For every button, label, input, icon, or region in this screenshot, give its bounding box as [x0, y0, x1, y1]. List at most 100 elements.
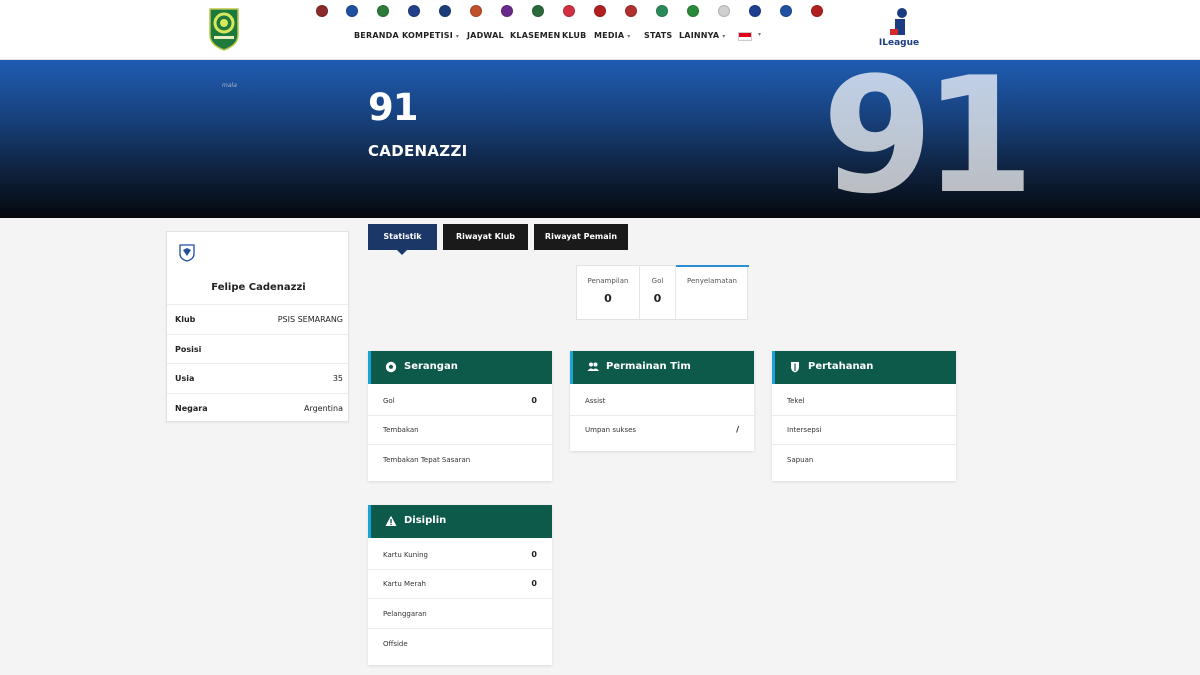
- tab-riwayat-pemain[interactable]: Riwayat Pemain: [534, 224, 628, 250]
- summary-label: Penyelamatan: [687, 277, 737, 285]
- nav-stats[interactable]: STATS: [644, 31, 672, 40]
- panel-header: Disiplin: [368, 505, 552, 538]
- stat-label: Kartu Merah: [383, 580, 426, 588]
- stat-label: Tembakan Tepat Sasaran: [383, 456, 471, 464]
- ileague-wordmark: ILeague: [878, 38, 920, 48]
- summary-value: 0: [604, 292, 612, 305]
- stat-label: Assist: [585, 397, 606, 405]
- profile-row-club: Klub PSIS SEMARANG: [167, 304, 350, 334]
- top-header: BERANDA KOMPETISI ▾ JADWAL KLASEMEN KLUB …: [0, 0, 1200, 60]
- profile-row-label: Klub: [175, 315, 196, 324]
- player-profile-card: Felipe Cadenazzi Klub PSIS SEMARANG Posi…: [166, 231, 350, 423]
- club-logo[interactable]: [316, 5, 328, 17]
- nav-lainnya[interactable]: LAINNYA ▾: [679, 31, 726, 40]
- stat-label: Sapuan: [787, 456, 814, 464]
- stat-label: Pelanggaran: [383, 610, 427, 618]
- stat-row: Offside: [368, 629, 552, 659]
- chevron-down-icon: ▾: [722, 33, 726, 40]
- language-flag-icon[interactable]: [738, 32, 752, 41]
- team-icon: [587, 362, 599, 371]
- nav-media[interactable]: MEDIA ▾: [594, 31, 630, 40]
- ileague-mark-icon: [890, 8, 907, 35]
- panel-header: Permainan Tim: [570, 351, 754, 384]
- active-tab-indicator: [397, 250, 407, 255]
- club-logo[interactable]: [594, 5, 606, 17]
- club-logo[interactable]: [408, 5, 420, 17]
- stat-label: Offside: [383, 640, 408, 648]
- profile-row-label: Negara: [175, 404, 208, 413]
- player-full-name: Felipe Cadenazzi: [211, 282, 306, 293]
- panel-disiplin: Disiplin Kartu Kuning 0 Kartu Merah 0 Pe…: [368, 505, 552, 665]
- stat-row: Sapuan: [772, 445, 956, 475]
- club-logo[interactable]: [563, 5, 575, 17]
- profile-row-position: Posisi: [167, 334, 350, 364]
- stat-row: Kartu Merah 0: [368, 569, 552, 599]
- summary-appearances: Penampilan 0: [577, 266, 640, 319]
- club-logo[interactable]: [346, 5, 358, 17]
- shirt-number-watermark: 91: [822, 60, 1035, 218]
- club-crest-icon: [179, 244, 195, 262]
- club-logo[interactable]: [656, 5, 668, 17]
- ball-icon: [385, 361, 397, 373]
- kit-sponsor-mark: mala: [222, 82, 237, 89]
- nav-kompetisi[interactable]: KOMPETISI ▾: [402, 31, 459, 40]
- profile-row-label: Posisi: [175, 345, 202, 354]
- panel-title: Pertahanan: [808, 361, 874, 372]
- stat-row: Pelanggaran: [368, 599, 552, 629]
- club-logo[interactable]: [780, 5, 792, 17]
- stat-row: Tembakan Tepat Sasaran: [368, 445, 552, 475]
- chevron-down-icon[interactable]: ▾: [758, 31, 761, 38]
- profile-row-value: Argentina: [303, 404, 343, 413]
- stat-label: Tekel: [787, 397, 805, 405]
- stat-row: Gol 0: [368, 386, 552, 416]
- summary-label: Gol: [651, 277, 664, 285]
- club-logo[interactable]: [625, 5, 637, 17]
- tab-statistik[interactable]: Statistik: [368, 224, 437, 250]
- stat-label: Intersepsi: [787, 426, 822, 434]
- ileague-logo[interactable]: ILeague: [878, 6, 920, 52]
- profile-row-value: 35: [332, 374, 343, 383]
- stat-label: Gol: [383, 397, 395, 405]
- stat-value: 0: [531, 396, 537, 405]
- club-logo[interactable]: [687, 5, 699, 17]
- player-hero-banner: mala 91 CADENAZZI 91: [0, 60, 1200, 218]
- club-logo[interactable]: [718, 5, 730, 17]
- stat-value: 0: [531, 579, 537, 588]
- panel-serangan: Serangan Gol 0 Tembakan Tembakan Tepat S…: [368, 351, 552, 481]
- stat-value: /: [736, 425, 739, 434]
- club-logo[interactable]: [811, 5, 823, 17]
- chevron-down-icon: ▾: [455, 33, 460, 40]
- club-logo[interactable]: [470, 5, 482, 17]
- stat-row: Intersepsi: [772, 415, 956, 445]
- summary-label: Penampilan: [587, 277, 629, 285]
- panel-title: Disiplin: [404, 515, 447, 526]
- stat-row: Tembakan: [368, 415, 552, 445]
- club-logo[interactable]: [439, 5, 451, 17]
- nav-jadwal[interactable]: JADWAL: [467, 31, 504, 40]
- panel-header: Serangan: [368, 351, 552, 384]
- nav-beranda[interactable]: BERANDA: [354, 31, 399, 40]
- player-surname: CADENAZZI: [368, 142, 468, 160]
- nav-klasemen[interactable]: KLASEMEN: [510, 31, 560, 40]
- shield-icon: [791, 362, 799, 373]
- nav-klub[interactable]: KLUB: [562, 31, 586, 40]
- club-logo[interactable]: [532, 5, 544, 17]
- club-logo[interactable]: [749, 5, 761, 17]
- summary-saves: Penyelamatan: [676, 266, 748, 319]
- stat-value: 0: [531, 550, 537, 559]
- profile-row-label: Usia: [175, 374, 195, 383]
- profile-row-country: Negara Argentina: [167, 393, 350, 423]
- summary-goals: Gol 0: [640, 266, 676, 319]
- club-logo[interactable]: [501, 5, 513, 17]
- warning-icon: [385, 515, 397, 526]
- panel-pertahanan: Pertahanan Tekel Intersepsi Sapuan: [772, 351, 956, 481]
- club-logo[interactable]: [377, 5, 389, 17]
- stat-row: Kartu Kuning 0: [368, 540, 552, 570]
- stat-row: Assist: [570, 386, 754, 416]
- stat-label: Tembakan: [383, 426, 419, 434]
- stats-summary-box: Penampilan 0 Gol 0 Penyelamatan: [576, 265, 749, 320]
- stat-row: Umpan sukses /: [570, 415, 754, 445]
- league-logo[interactable]: [207, 7, 241, 51]
- tab-riwayat-klub[interactable]: Riwayat Klub: [443, 224, 528, 250]
- chevron-down-icon: ▾: [627, 33, 631, 40]
